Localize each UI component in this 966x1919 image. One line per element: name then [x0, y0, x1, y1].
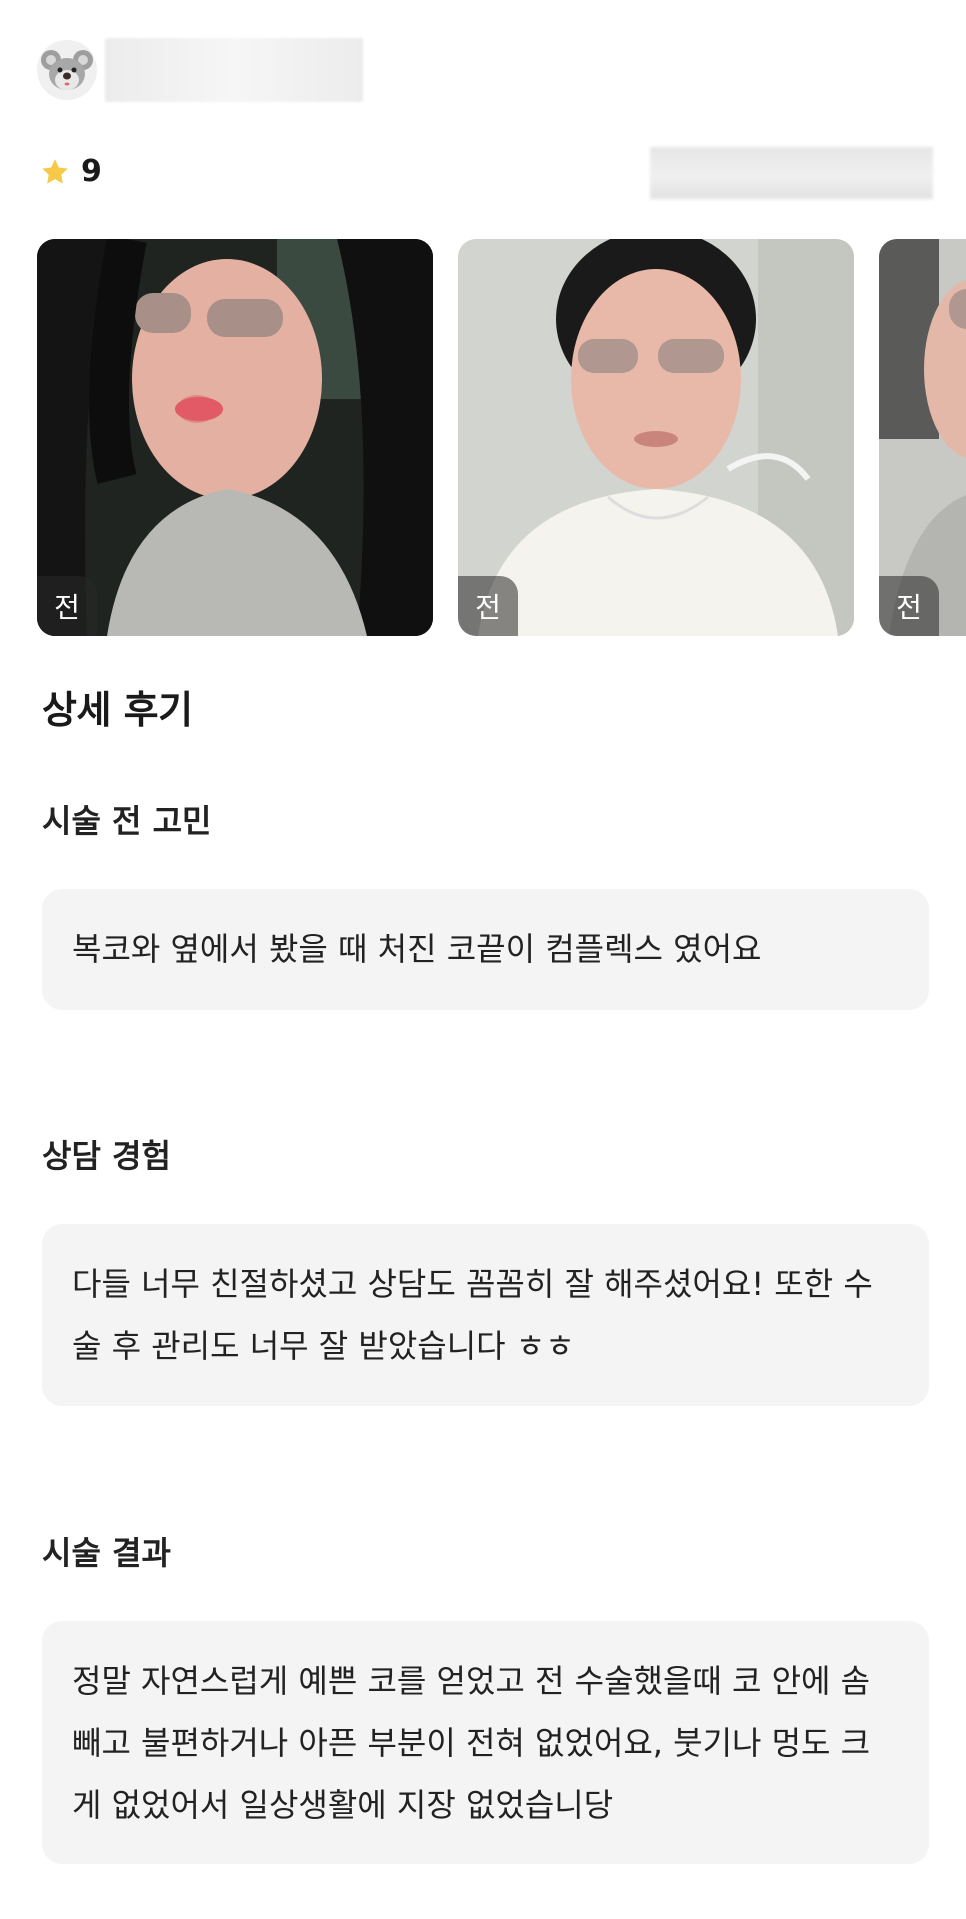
rating-row: 9: [37, 145, 933, 201]
answer-consultation: 다들 너무 친절하셨고 상담도 꼼꼼히 잘 해주셨어요! 또한 수술 후 관리도…: [42, 1224, 929, 1406]
review-author: [37, 37, 363, 103]
star-icon: [42, 159, 68, 184]
question-title-consultation: 상담 경험: [42, 1137, 171, 1175]
before-badge: 전: [879, 576, 939, 636]
photo-gallery[interactable]: 전 전 전: [37, 239, 966, 636]
date-redacted: [650, 147, 933, 199]
answer-concern: 복코와 옆에서 봤을 때 처진 코끝이 컴플렉스 였어요: [42, 889, 929, 1010]
detail-review-title: 상세 후기: [42, 688, 193, 732]
username-redacted: [105, 38, 363, 102]
before-badge: 전: [458, 576, 518, 636]
before-photo-1[interactable]: 전: [37, 239, 433, 636]
question-title-result: 시술 결과: [42, 1534, 171, 1572]
before-badge: 전: [37, 576, 97, 636]
rating-value: 9: [81, 154, 102, 189]
koala-avatar-icon[interactable]: [37, 40, 97, 100]
question-title-concern: 시술 전 고민: [42, 802, 212, 840]
before-photo-2[interactable]: 전: [458, 239, 854, 636]
answer-result: 정말 자연스럽게 예쁜 코를 얻었고 전 수술했을때 코 안에 솜 빼고 불편하…: [42, 1621, 929, 1864]
before-photo-3[interactable]: 전: [879, 239, 966, 636]
